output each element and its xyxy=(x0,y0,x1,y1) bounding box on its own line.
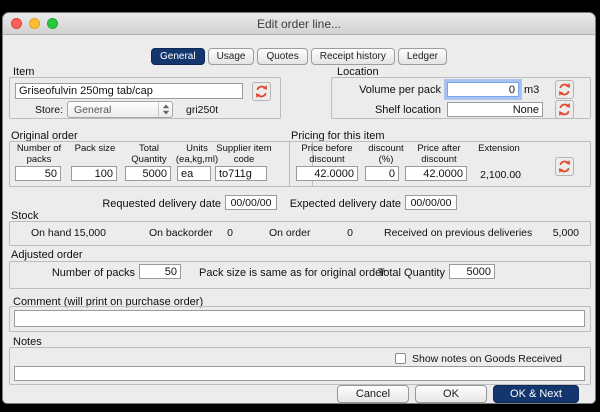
price-before-discount-input[interactable] xyxy=(296,166,358,181)
header-pack-size: Pack size xyxy=(74,143,116,154)
item-code: gri250t xyxy=(186,104,219,116)
comment-input[interactable] xyxy=(14,310,585,327)
shelf-location-label: Shelf location xyxy=(374,104,441,116)
tab-quotes[interactable]: Quotes xyxy=(257,48,308,65)
adjusted-order-section-label: Adjusted order xyxy=(11,249,83,261)
price-after-discount-input[interactable] xyxy=(405,166,467,181)
volume-unit-label: m3 xyxy=(524,84,540,96)
window-title: Edit order line... xyxy=(256,17,342,31)
units-input[interactable] xyxy=(177,166,211,181)
received-previous-value: 5,000 xyxy=(552,227,579,239)
header-extension: Extension xyxy=(478,143,520,154)
requested-delivery-date-label: Requested delivery date xyxy=(102,198,221,210)
pricing-refresh-button[interactable] xyxy=(555,157,574,176)
on-order-value: 0 xyxy=(347,227,353,239)
extension-value: 2,100.00 xyxy=(480,169,521,181)
volume-per-pack-input[interactable] xyxy=(447,82,519,97)
refresh-icon xyxy=(557,159,572,174)
expected-delivery-date-input[interactable] xyxy=(405,195,457,210)
adjusted-packs-label: Number of packs xyxy=(51,267,135,279)
tab-general[interactable]: General xyxy=(150,48,205,65)
header-number-of-packs: Number of packs xyxy=(16,143,62,165)
expected-delivery-date-label: Expected delivery date xyxy=(289,198,401,210)
store-value: General xyxy=(74,103,112,116)
header-discount: discount (%) xyxy=(368,143,404,165)
on-order-label: On order xyxy=(269,227,311,239)
store-label: Store: xyxy=(35,104,64,116)
ok-button[interactable]: OK xyxy=(415,385,487,403)
header-supplier-item-code: Supplier item code xyxy=(216,143,272,165)
show-notes-checkbox[interactable] xyxy=(395,353,406,364)
header-price-before-discount: Price before discount xyxy=(301,143,353,165)
edit-order-line-dialog: Edit order line... General Usage Quotes … xyxy=(2,12,596,404)
pack-size-input[interactable] xyxy=(71,166,117,181)
titlebar: Edit order line... xyxy=(3,13,595,35)
tab-usage[interactable]: Usage xyxy=(207,48,255,65)
header-price-after-discount: Price after discount xyxy=(417,143,461,165)
header-total-quantity: Total Quantity xyxy=(131,143,167,165)
cancel-button[interactable]: Cancel xyxy=(337,385,409,403)
item-refresh-button[interactable] xyxy=(252,82,271,101)
refresh-icon xyxy=(557,102,572,117)
backorder-value: 0 xyxy=(227,227,233,239)
ok-next-button[interactable]: OK & Next xyxy=(493,385,579,403)
requested-delivery-date-input[interactable] xyxy=(225,195,277,210)
backorder-label: On backorder xyxy=(149,227,213,239)
adjusted-total-input[interactable] xyxy=(449,264,495,279)
item-name-input[interactable] xyxy=(15,83,243,99)
adjusted-total-label: Total Quantity xyxy=(377,267,445,279)
tab-ledger[interactable]: Ledger xyxy=(397,48,447,65)
header-units: Units (ea,kg,ml) xyxy=(175,143,219,165)
received-previous-label: Received on previous deliveries xyxy=(384,227,533,239)
adjusted-packs-input[interactable] xyxy=(139,264,181,279)
show-notes-checkbox-label: Show notes on Goods Received xyxy=(412,353,563,365)
tab-bar: General Usage Quotes Receipt history Led… xyxy=(3,48,595,65)
refresh-icon xyxy=(254,84,269,99)
store-dropdown[interactable]: General xyxy=(67,101,173,118)
shelf-refresh-button[interactable] xyxy=(555,100,574,119)
supplier-item-code-input[interactable] xyxy=(215,166,267,181)
notes-input[interactable] xyxy=(14,366,585,381)
refresh-icon xyxy=(557,82,572,97)
dropdown-arrows-icon xyxy=(158,102,172,117)
total-quantity-input[interactable] xyxy=(125,166,171,181)
volume-refresh-button[interactable] xyxy=(555,80,574,99)
volume-per-pack-label: Volume per pack xyxy=(359,84,441,96)
shelf-location-input[interactable] xyxy=(447,102,543,117)
on-hand-value: 15,000 xyxy=(73,227,106,239)
discount-input[interactable] xyxy=(365,166,399,181)
screen: Edit order line... General Usage Quotes … xyxy=(0,0,600,412)
number-of-packs-input[interactable] xyxy=(15,166,61,181)
tab-receipt-history[interactable]: Receipt history xyxy=(310,48,395,65)
